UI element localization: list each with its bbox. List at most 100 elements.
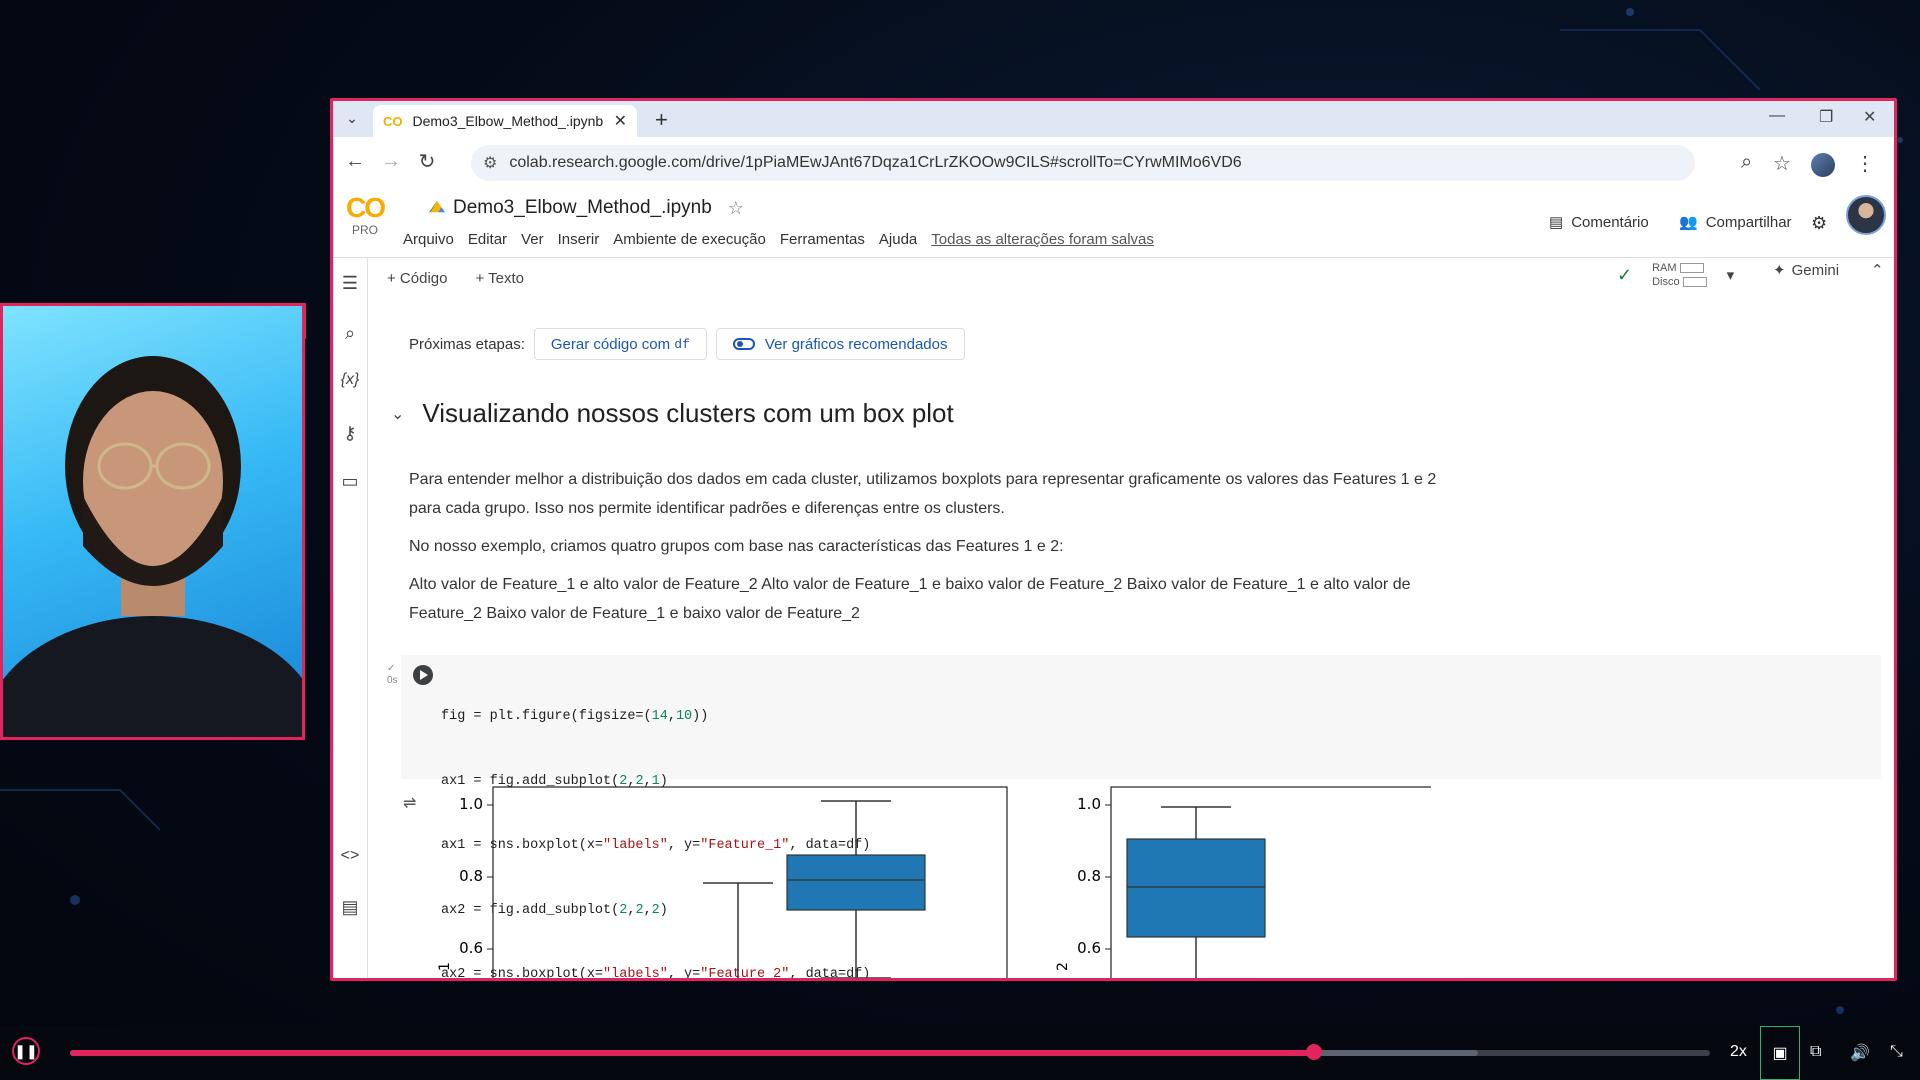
menu-ajuda[interactable]: Ajuda <box>879 231 917 248</box>
files-folder-icon[interactable]: ▭ <box>333 471 367 492</box>
ytick-2-2: 0.6 <box>1077 939 1101 957</box>
toc-icon[interactable]: ☰ <box>333 273 367 294</box>
share-label: Compartilhar <box>1705 213 1792 231</box>
url-text: colab.research.google.com/drive/1pPiaMEw… <box>509 154 1242 171</box>
ytick-1-1: 0.8 <box>459 867 483 885</box>
back-icon[interactable]: ← <box>337 150 373 173</box>
paragraph-3: Alto valor de Feature_1 e alto valor de … <box>409 576 1411 622</box>
add-code-button[interactable]: + Código <box>387 270 447 287</box>
star-icon[interactable]: ☆ <box>728 198 744 219</box>
recommended-charts-chip[interactable]: Ver gráficos recomendados <box>715 328 965 360</box>
run-cell-button[interactable] <box>413 665 433 685</box>
tab-close-icon[interactable]: ✕ <box>614 111 627 131</box>
new-tab-icon[interactable]: + <box>655 107 668 133</box>
ram-label: RAM <box>1652 262 1677 274</box>
tab-bar: ⌄ CO Demo3_Elbow_Method_.ipynb ✕ + — ❐ ✕ <box>333 101 1894 137</box>
menu-arquivo[interactable]: Arquivo <box>403 231 454 248</box>
seek-handle[interactable] <box>1306 1044 1322 1060</box>
reload-icon[interactable]: ↻ <box>409 149 445 174</box>
forward-icon[interactable]: → <box>373 150 409 173</box>
menu-ver[interactable]: Ver <box>521 231 544 248</box>
variables-icon[interactable]: {x} <box>333 371 367 389</box>
ylabel-2: 2 <box>1055 962 1071 971</box>
comment-button[interactable]: ▤ Comentário <box>1549 213 1649 232</box>
user-avatar[interactable] <box>1846 195 1886 235</box>
restore-icon[interactable]: ❐ <box>1819 107 1833 127</box>
notebook-title-text: Demo3_Elbow_Method_.ipynb <box>453 197 712 218</box>
tab-search-icon[interactable]: ⌄ <box>339 105 365 131</box>
terminal-icon[interactable]: ▤ <box>333 897 367 918</box>
bookmark-star-icon[interactable]: ☆ <box>1773 151 1791 176</box>
menu-bar: Arquivo Editar Ver Inserir Ambiente de e… <box>403 231 1154 248</box>
profile-icon[interactable] <box>1811 153 1835 177</box>
ytick-2-1: 0.8 <box>1077 867 1101 885</box>
address-bar[interactable]: ⚙ colab.research.google.com/drive/1pPiaM… <box>471 145 1695 181</box>
site-info-icon[interactable]: ⚙ <box>483 153 497 173</box>
toggle-icon <box>732 338 755 350</box>
close-window-icon[interactable]: ✕ <box>1863 107 1876 127</box>
menu-ferramentas[interactable]: Ferramentas <box>780 231 865 248</box>
code-cell[interactable]: ✓ 0s fig = plt.figure(figsize=(14,10)) ax… <box>387 655 1881 978</box>
search-icon[interactable]: ⌕ <box>333 323 367 344</box>
share-button[interactable]: 👥 Compartilhar <box>1679 213 1792 232</box>
left-rail: ☰ ⌕ {x} ⚷ ▭ <> ▤ <box>333 257 368 978</box>
ylabel-1: 1 <box>437 962 453 971</box>
comment-icon: ▤ <box>1549 214 1564 231</box>
output-actions-icon[interactable]: ⇌ <box>403 793 416 813</box>
gemini-label: Gemini <box>1791 261 1840 279</box>
code-snippets-icon[interactable]: <> <box>333 847 367 865</box>
cell-exec-status: ✓ 0s <box>387 663 398 686</box>
connected-check-icon: ✓ <box>1617 264 1633 285</box>
zoom-icon[interactable]: ⌕ <box>1741 151 1752 174</box>
charts-label: Ver gráficos recomendados <box>764 335 948 353</box>
presenter-webcam <box>0 303 305 740</box>
menu-inserir[interactable]: Inserir <box>558 231 600 248</box>
tab-title: Demo3_Elbow_Method_.ipynb <box>412 113 604 129</box>
pip-icon[interactable]: ⧉ <box>1810 1043 1821 1061</box>
pause-icon[interactable]: ❚❚ <box>12 1037 40 1065</box>
box <box>1126 838 1266 938</box>
fullscreen-exit-icon[interactable]: ⤡ <box>1890 1043 1903 1061</box>
ytick-1-0: 1.0 <box>459 795 483 813</box>
browser-window: ⌄ CO Demo3_Elbow_Method_.ipynb ✕ + — ❐ ✕… <box>330 98 1897 981</box>
save-status[interactable]: Todas as alterações foram salvas <box>931 231 1154 248</box>
gemini-button[interactable]: ✦ Gemini <box>1773 261 1840 280</box>
minimize-icon[interactable]: — <box>1769 107 1785 125</box>
presenter-video <box>3 356 302 737</box>
add-text-button[interactable]: + Texto <box>475 270 524 287</box>
section-title-text: Visualizando nossos clusters com um box … <box>422 398 954 428</box>
generate-code-label: Gerar código com <box>550 335 671 353</box>
box <box>786 854 926 911</box>
volume-icon[interactable]: 🔊 <box>1850 1043 1870 1063</box>
colab-logo[interactable]: CO PRO <box>343 192 387 238</box>
people-icon: 👥 <box>1679 214 1698 231</box>
drive-icon <box>429 201 445 213</box>
notebook-title[interactable]: Demo3_Elbow_Method_.ipynb ☆ <box>429 197 744 219</box>
logo-text: CO <box>346 192 386 223</box>
tier-label: PRO <box>351 223 378 237</box>
seek-progress <box>70 1050 1314 1056</box>
kebab-menu-icon[interactable]: ⋮ <box>1855 151 1875 176</box>
chevron-down-icon[interactable]: ⌄ <box>391 404 404 424</box>
ytick-2-0: 1.0 <box>1077 795 1101 813</box>
colab-header: CO PRO Demo3_Elbow_Method_.ipynb ☆ Arqui… <box>333 185 1894 258</box>
settings-gear-icon[interactable]: ⚙ <box>1811 213 1827 234</box>
paragraph-2: No nosso exemplo, criamos quatro grupos … <box>409 538 1064 555</box>
runtime-status[interactable]: ✓ RAM Disco ▾ <box>1617 261 1734 289</box>
menu-editar[interactable]: Editar <box>468 231 507 248</box>
section-heading: ⌄ Visualizando nossos clusters com um bo… <box>391 398 954 429</box>
collapse-header-icon[interactable]: ⌃ <box>1871 261 1884 279</box>
tab-active[interactable]: CO Demo3_Elbow_Method_.ipynb ✕ <box>373 105 637 137</box>
speed-button[interactable]: 2x <box>1730 1043 1747 1061</box>
secrets-key-icon[interactable]: ⚷ <box>333 423 367 444</box>
next-steps-label: Próximas etapas: <box>409 335 525 353</box>
next-steps-bar: Próximas etapas: Gerar código com df Ver… <box>409 328 965 360</box>
code-line: fig = plt.figure(figsize=(14,10)) <box>441 709 709 724</box>
runtime-dropdown-icon[interactable]: ▾ <box>1727 266 1735 284</box>
captions-icon[interactable]: ▣ <box>1760 1026 1800 1080</box>
generate-code-var: df <box>674 336 690 352</box>
paragraph-1: Para entender melhor a distribuição dos … <box>409 471 1437 517</box>
generate-code-chip[interactable]: Gerar código com df <box>533 328 707 360</box>
menu-ambiente[interactable]: Ambiente de execução <box>613 231 766 248</box>
gemini-spark-icon: ✦ <box>1773 262 1786 279</box>
